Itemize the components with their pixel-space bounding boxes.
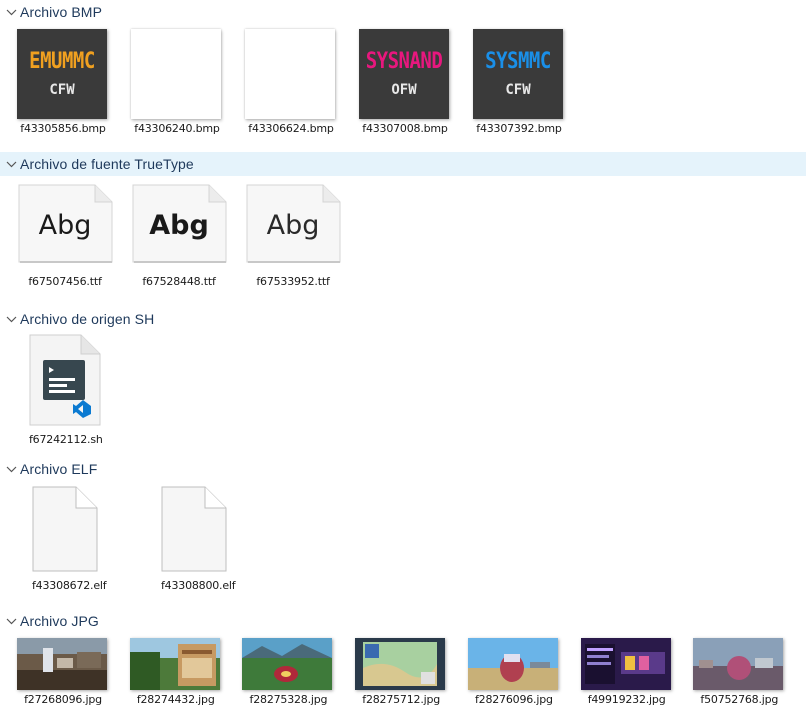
chevron-down-icon[interactable] <box>4 307 18 331</box>
file-item[interactable]: EMUMMC CFW f43305856.bmp <box>17 29 131 152</box>
group-header-jpg[interactable]: Archivo JPG <box>0 609 806 633</box>
font-file-icon: Abg <box>131 184 227 264</box>
file-name: f67507456.ttf <box>28 275 102 288</box>
file-item[interactable]: f27268096.jpg <box>17 638 130 708</box>
image-thumbnail <box>693 638 784 690</box>
file-item[interactable]: f28275712.jpg <box>355 638 468 708</box>
bmp-thumbnail <box>245 29 335 119</box>
group-header-bmp[interactable]: Archivo BMP <box>0 0 806 24</box>
bmp-thumbnail: EMUMMC CFW <box>17 29 107 119</box>
thumbnail-title-text: SYSNAND <box>365 48 443 74</box>
file-name: f50752768.jpg <box>700 693 779 706</box>
file-name: f43308800.elf <box>161 579 236 592</box>
thumbnail-subtitle-text: CFW <box>505 82 531 98</box>
file-item[interactable]: f43306240.bmp <box>131 29 245 152</box>
font-file-icon: Abg <box>17 184 113 264</box>
group-header-elf[interactable]: Archivo ELF <box>0 457 806 481</box>
chevron-down-icon[interactable] <box>4 152 18 176</box>
file-name: f43305856.bmp <box>20 122 106 135</box>
file-name: f43307008.bmp <box>362 122 448 135</box>
group-header-ttf[interactable]: Archivo de fuente TrueType <box>0 152 806 176</box>
group-ttf: Archivo de fuente TrueType Abg f67507456… <box>0 152 806 307</box>
file-item[interactable]: f28274432.jpg <box>129 638 243 708</box>
thumbnail-title-text: SYSMMC <box>485 48 551 74</box>
file-item[interactable]: SYSNAND OFW f43307008.bmp <box>359 29 473 152</box>
file-name: f67528448.ttf <box>142 275 216 288</box>
image-thumbnail <box>580 638 671 690</box>
file-item[interactable]: SYSMMC CFW f43307392.bmp <box>473 29 587 152</box>
file-item[interactable]: Abg f67528448.ttf <box>131 184 245 307</box>
bmp-thumbnail <box>131 29 221 119</box>
file-name: f67533952.ttf <box>256 275 330 288</box>
file-item[interactable]: Abg f67533952.ttf <box>245 184 359 307</box>
image-thumbnail <box>129 638 220 690</box>
group-title: Archivo JPG <box>20 613 99 629</box>
file-name: f28274432.jpg <box>136 693 215 706</box>
file-name: f27268096.jpg <box>24 693 102 706</box>
bmp-thumbnail: SYSMMC CFW <box>473 29 563 119</box>
group-jpg: Archivo JPG f27268096.jpg f28274432.jpg … <box>0 609 806 708</box>
file-name: f28275712.jpg <box>362 693 441 706</box>
group-header-sh[interactable]: Archivo de origen SH <box>0 307 806 331</box>
group-sh: Archivo de origen SH f67242112.sh <box>0 307 806 457</box>
group-title: Archivo BMP <box>20 4 103 20</box>
bmp-thumbnail: SYSNAND OFW <box>359 29 449 119</box>
chevron-down-icon[interactable] <box>4 457 18 481</box>
file-item[interactable]: f49919232.jpg <box>580 638 694 708</box>
file-item[interactable]: f28275328.jpg <box>242 638 355 708</box>
group-title: Archivo ELF <box>20 461 98 477</box>
file-name: f67242112.sh <box>29 433 103 446</box>
font-sample-text: Abg <box>266 210 320 241</box>
vscode-shell-file-icon <box>29 334 101 431</box>
file-name: f28275328.jpg <box>249 693 328 706</box>
group-elf: Archivo ELF f43308672.elf f43308800.elf <box>0 457 806 609</box>
file-item[interactable]: f28276096.jpg <box>467 638 581 708</box>
group-title: Archivo de origen SH <box>20 311 155 327</box>
group-bmp: Archivo BMP EMUMMC CFW f43305856.bmp f43… <box>0 0 806 152</box>
image-thumbnail <box>467 638 558 690</box>
file-item[interactable]: f43306624.bmp <box>245 29 359 152</box>
image-thumbnail <box>242 638 333 690</box>
file-item[interactable]: f50752768.jpg <box>693 638 806 708</box>
file-name: f43306624.bmp <box>248 122 334 135</box>
image-thumbnail <box>355 638 446 690</box>
chevron-down-icon[interactable] <box>4 0 18 24</box>
blank-document-icon <box>32 486 98 577</box>
file-item[interactable]: f67242112.sh <box>17 334 143 457</box>
font-sample-text: Abg <box>149 210 209 241</box>
file-item[interactable]: Abg f67507456.ttf <box>17 184 131 307</box>
file-name: f43308672.elf <box>32 579 107 592</box>
thumbnail-title-text: EMUMMC <box>29 48 95 74</box>
thumbnail-subtitle-text: CFW <box>49 82 75 98</box>
font-sample-text: Abg <box>38 210 92 241</box>
file-item[interactable]: f43308672.elf <box>17 486 146 609</box>
thumbnail-subtitle-text: OFW <box>391 82 417 98</box>
file-name: f43307392.bmp <box>476 122 562 135</box>
chevron-down-icon[interactable] <box>4 609 18 633</box>
file-name: f49919232.jpg <box>587 693 666 706</box>
image-thumbnail <box>17 638 107 690</box>
blank-document-icon <box>161 486 227 577</box>
file-name: f28276096.jpg <box>474 693 553 706</box>
file-item[interactable]: f43308800.elf <box>146 486 275 609</box>
file-name: f43306240.bmp <box>134 122 220 135</box>
font-file-icon: Abg <box>245 184 341 264</box>
group-title: Archivo de fuente TrueType <box>20 156 194 172</box>
